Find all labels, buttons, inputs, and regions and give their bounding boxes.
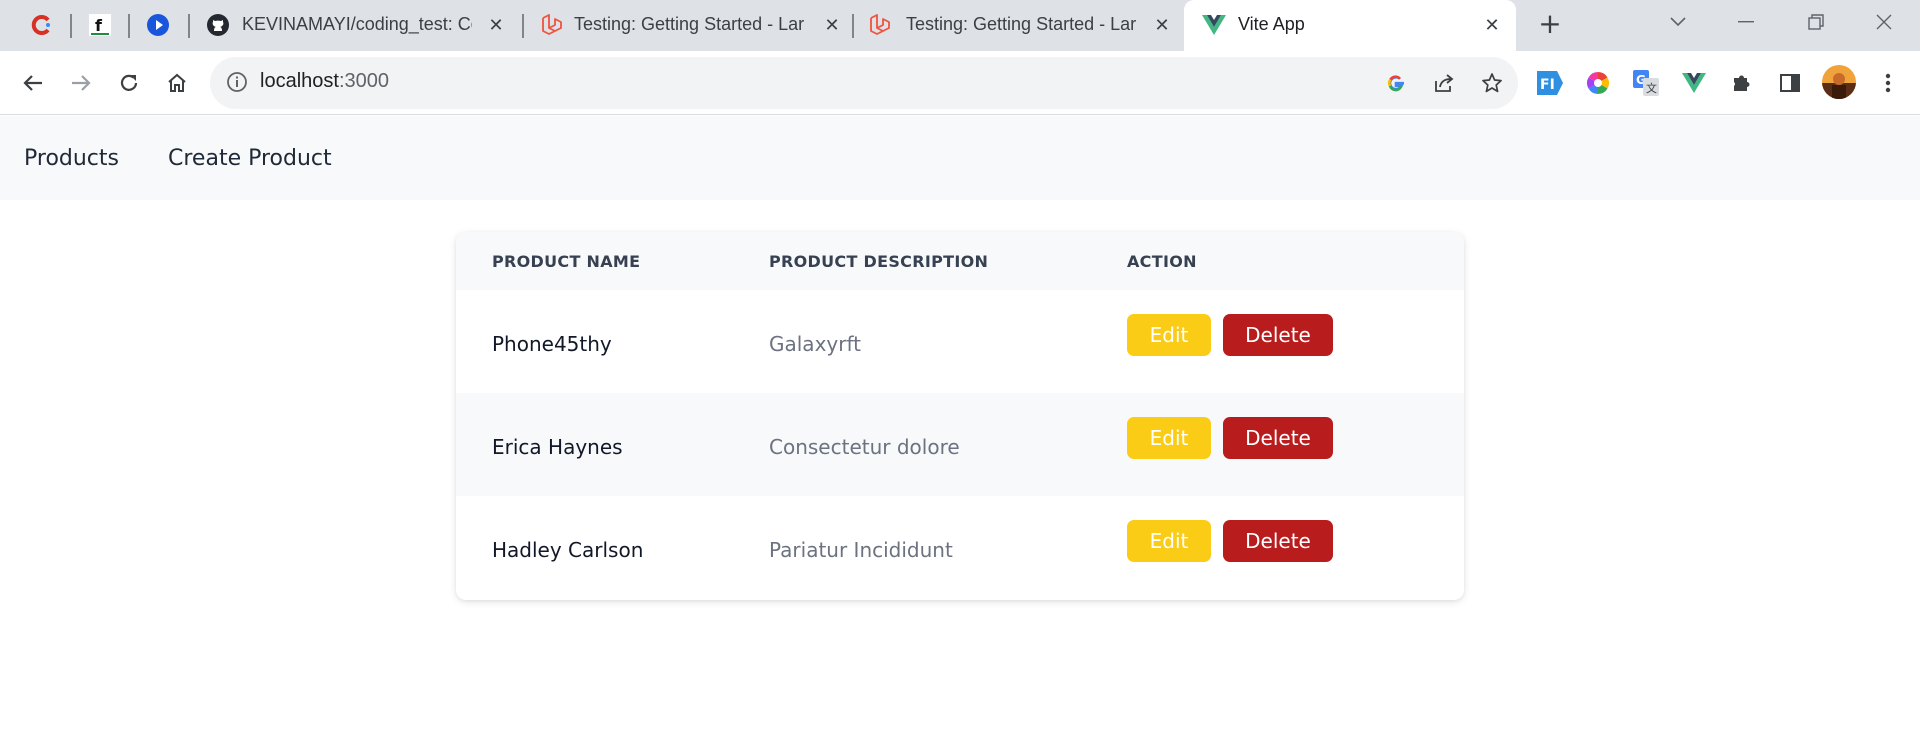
vue-icon bbox=[1202, 13, 1226, 37]
tab-vite-app[interactable]: Vite App ✕ bbox=[1184, 0, 1516, 51]
minimize-icon[interactable] bbox=[1730, 8, 1762, 36]
tab-search-icon[interactable] bbox=[1662, 8, 1694, 36]
header-action: ACTION bbox=[1127, 252, 1197, 271]
color-wheel-icon[interactable] bbox=[1584, 69, 1612, 97]
edit-button[interactable]: Edit bbox=[1127, 314, 1211, 356]
tab-pinned-2[interactable]: f bbox=[78, 0, 122, 51]
forward-icon[interactable] bbox=[63, 65, 99, 101]
tab-title: Testing: Getting Started - Lar bbox=[906, 14, 1137, 34]
google-translate-icon[interactable]: G文 bbox=[1632, 69, 1660, 97]
tab-strip: f KEVINAMAYI/coding_test: Co ✕ Testing: … bbox=[0, 0, 1920, 51]
red-c-icon bbox=[30, 13, 54, 37]
laravel-icon bbox=[540, 13, 564, 37]
tab-title: Testing: Getting Started - Lar bbox=[574, 14, 805, 34]
table-header: PRODUCT NAME PRODUCT DESCRIPTION ACTION bbox=[456, 232, 1464, 290]
menu-kebab-icon[interactable] bbox=[1874, 69, 1902, 97]
header-product-name: PRODUCT NAME bbox=[492, 252, 641, 271]
avatar[interactable] bbox=[1822, 65, 1856, 99]
product-name: Phone45thy bbox=[492, 332, 612, 356]
product-description: Galaxyrft bbox=[769, 332, 861, 356]
close-icon[interactable]: ✕ bbox=[1150, 13, 1174, 37]
reload-icon[interactable] bbox=[111, 65, 147, 101]
svg-text:f: f bbox=[95, 16, 103, 35]
back-icon[interactable] bbox=[15, 65, 51, 101]
product-description: Pariatur Incididunt bbox=[769, 538, 953, 562]
nav-products-link[interactable]: Products bbox=[24, 146, 119, 171]
bookmark-star-icon[interactable] bbox=[1478, 69, 1506, 97]
close-icon[interactable]: ✕ bbox=[820, 13, 844, 37]
blue-play-icon bbox=[146, 13, 170, 37]
extensions-puzzle-icon[interactable] bbox=[1728, 69, 1756, 97]
tab-title: Vite App bbox=[1238, 14, 1305, 34]
close-icon[interactable]: ✕ bbox=[484, 13, 508, 37]
tab-title: KEVINAMAYI/coding_test: Co bbox=[242, 14, 472, 34]
edit-button[interactable]: Edit bbox=[1127, 520, 1211, 562]
product-name: Erica Haynes bbox=[492, 435, 623, 459]
table-row: Hadley Carlson Pariatur Incididunt Edit … bbox=[456, 496, 1464, 599]
tab-pinned-1[interactable] bbox=[20, 0, 64, 51]
close-icon[interactable]: ✕ bbox=[1480, 13, 1504, 37]
github-icon bbox=[206, 13, 230, 37]
svg-text:FI: FI bbox=[1540, 77, 1555, 93]
google-icon[interactable] bbox=[1382, 69, 1410, 97]
products-table: PRODUCT NAME PRODUCT DESCRIPTION ACTION … bbox=[456, 232, 1464, 600]
home-icon[interactable] bbox=[159, 65, 195, 101]
tab-pinned-3[interactable] bbox=[136, 0, 180, 51]
table-row: Erica Haynes Consectetur dolore Edit Del… bbox=[456, 393, 1464, 496]
new-tab-icon[interactable]: + bbox=[1534, 7, 1566, 40]
laravel-icon bbox=[868, 13, 892, 37]
info-icon[interactable] bbox=[226, 71, 250, 95]
nav-create-product-link[interactable]: Create Product bbox=[168, 146, 332, 171]
extension-fi-icon[interactable]: FI bbox=[1536, 69, 1564, 97]
tab-github[interactable]: KEVINAMAYI/coding_test: Co ✕ bbox=[196, 0, 514, 51]
product-description: Consectetur dolore bbox=[769, 435, 960, 459]
table-row: Phone45thy Galaxyrft Edit Delete bbox=[456, 290, 1464, 393]
delete-button[interactable]: Delete bbox=[1223, 417, 1333, 459]
svg-text:文: 文 bbox=[1646, 81, 1657, 95]
edit-button[interactable]: Edit bbox=[1127, 417, 1211, 459]
restore-icon[interactable] bbox=[1800, 8, 1832, 36]
delete-button[interactable]: Delete bbox=[1223, 314, 1333, 356]
address-bar[interactable]: localhost:3000 bbox=[210, 57, 1518, 109]
url-text: localhost:3000 bbox=[260, 70, 389, 92]
tab-laravel-2[interactable]: Testing: Getting Started - Lar ✕ bbox=[860, 0, 1180, 51]
product-name: Hadley Carlson bbox=[492, 538, 644, 562]
header-product-description: PRODUCT DESCRIPTION bbox=[769, 252, 989, 271]
app-nav: Products Create Product bbox=[0, 116, 1920, 200]
share-icon[interactable] bbox=[1430, 69, 1458, 97]
delete-button[interactable]: Delete bbox=[1223, 520, 1333, 562]
f-letter-icon: f bbox=[88, 13, 112, 37]
close-window-icon[interactable] bbox=[1868, 8, 1900, 36]
browser-toolbar: localhost:3000 FI G文 bbox=[0, 51, 1920, 115]
tab-laravel-1[interactable]: Testing: Getting Started - Lar ✕ bbox=[530, 0, 850, 51]
side-panel-icon[interactable] bbox=[1776, 69, 1804, 97]
vue-devtools-icon[interactable] bbox=[1680, 69, 1708, 97]
